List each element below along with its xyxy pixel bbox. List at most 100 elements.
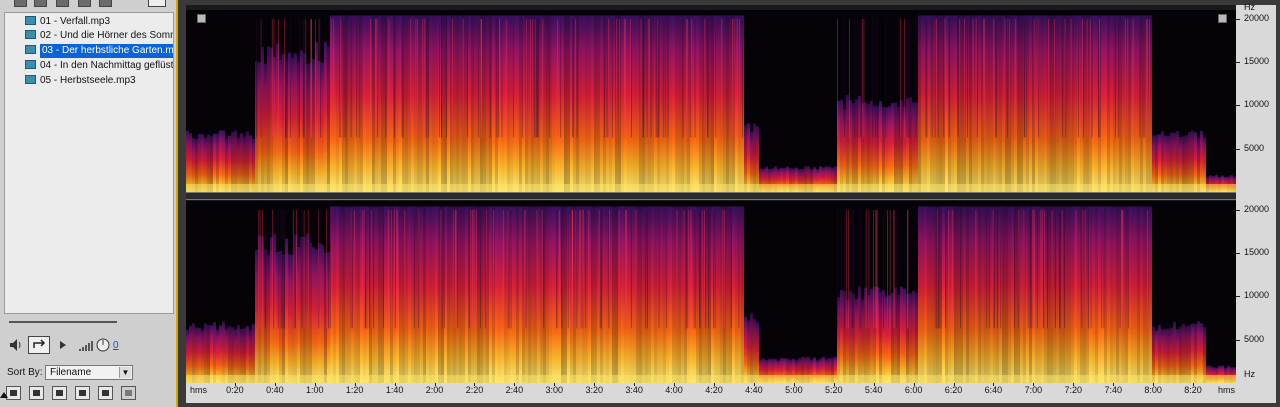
time-unit-right: hms [1218, 385, 1236, 395]
loop-preview-button[interactable] [29, 386, 44, 400]
sort-by-select[interactable]: Filename ▼ [45, 365, 133, 380]
auto-play-button[interactable] [6, 386, 21, 400]
time-label: 8:00 [1144, 385, 1162, 395]
time-label: 7:00 [1024, 385, 1043, 395]
audio-file-icon [25, 75, 36, 84]
freq-tick [1236, 339, 1240, 341]
time-label: 8:20 [1184, 385, 1202, 395]
freq-tick [1236, 148, 1240, 150]
time-label: 2:20 [465, 385, 484, 395]
freq-tick [1236, 62, 1240, 63]
refresh-icon[interactable] [99, 0, 112, 7]
spectral-display[interactable]: Hz Hz 20000 15000 10000 5000 20000 15000 10000… [186, 2, 1276, 403]
time-label: 4:20 [705, 385, 723, 395]
time-label: 7:40 [1104, 385, 1122, 395]
time-label: 0:40 [266, 385, 284, 395]
loop-button[interactable] [28, 336, 50, 354]
view-options-icon[interactable] [148, 0, 166, 7]
speaker-icon[interactable] [8, 336, 22, 354]
file-name: 03 - Der herbstliche Garten.mp3 [40, 44, 173, 58]
time-label: 3:00 [545, 385, 564, 395]
spectrogram-channel-right[interactable] [186, 201, 1236, 383]
freq-label: 20000 [1244, 203, 1270, 214]
freq-unit-top: Hz [1244, 2, 1255, 12]
time-label: 2:00 [425, 385, 444, 395]
volume-meter-icon [79, 341, 93, 351]
spectrogram-left [186, 15, 1236, 192]
freq-tick [1236, 253, 1240, 254]
scrollbar-thumb[interactable] [9, 321, 117, 323]
freq-label: 15000 [1244, 247, 1270, 257]
audio-file-icon [25, 30, 36, 39]
file-name: 05 - Herbstseele.mp3 [40, 75, 136, 86]
filter-icon [102, 390, 109, 396]
volume-value[interactable]: 0 [113, 340, 119, 351]
playhead-marker[interactable] [0, 392, 8, 398]
sort-by-row: Sort By: Filename ▼ [0, 362, 176, 382]
freq-label: 20000 [1244, 12, 1270, 23]
channel-divider [186, 192, 1236, 200]
sort-by-value: Filename [50, 367, 92, 378]
time-label: 5:20 [824, 385, 843, 395]
file-item[interactable]: 05 - Herbstseele.mp3 [7, 74, 173, 88]
time-label: 4:00 [665, 385, 683, 395]
time-label: 1:20 [345, 385, 364, 395]
files-toolbar [0, 0, 176, 10]
volume-knob[interactable] [95, 336, 111, 354]
file-item[interactable]: 02 - Und die Hörner des Sommers [7, 29, 173, 43]
freq-tick [1236, 209, 1240, 211]
edit-icon[interactable] [78, 0, 91, 7]
time-label: 7:20 [1064, 385, 1083, 395]
auto-play-icon [10, 390, 17, 396]
chevron-down-icon: ▼ [119, 367, 131, 378]
time-label: 6:00 [904, 385, 923, 395]
file-name: 01 - Verfall.mp3 [40, 16, 111, 27]
show-waveform-button[interactable] [52, 386, 67, 400]
time-label: 5:00 [785, 385, 803, 395]
video-button[interactable] [75, 386, 90, 400]
file-item[interactable]: 01 - Verfall.mp3 [7, 15, 173, 29]
spectrogram-channel-left[interactable] [186, 10, 1236, 192]
files-bottom-toolbar [0, 385, 176, 403]
file-item[interactable]: 04 - In den Nachmittag geflüstert [7, 59, 173, 73]
insert-icon[interactable] [56, 0, 69, 7]
time-unit-left: hms [190, 385, 208, 395]
freq-label: 15000 [1244, 56, 1270, 66]
audio-file-icon [25, 16, 36, 25]
freq-tick [1236, 18, 1240, 20]
filter-button[interactable] [98, 386, 113, 400]
cd-button[interactable] [121, 386, 136, 400]
freq-tick [1236, 105, 1240, 107]
file-list-scrollbar[interactable] [3, 318, 173, 328]
close-file-icon[interactable] [34, 0, 47, 7]
preview-transport: 0 [0, 332, 176, 360]
audio-file-icon [25, 60, 36, 69]
file-item-selected[interactable]: 03 - Der herbstliche Garten.mp3 [7, 44, 173, 58]
play-icon[interactable] [58, 336, 68, 354]
time-ruler: hms hms 0:20 0:40 1:00 1:20 1:40 2:00 2:20 2:40… [186, 383, 1276, 403]
time-label: 6:20 [944, 385, 963, 395]
freq-label: 10000 [1244, 290, 1270, 301]
spectrogram-right [186, 206, 1236, 383]
zoom-corner-handle[interactable] [1218, 14, 1227, 23]
loop-preview-icon [33, 390, 40, 396]
open-file-icon[interactable] [14, 0, 27, 7]
cd-icon [125, 390, 132, 396]
waveform-icon [56, 390, 63, 396]
file-list[interactable]: 01 - Verfall.mp3 02 - Und die Hörner des… [4, 12, 174, 314]
sort-by-label: Sort By: [7, 367, 43, 378]
file-name: 02 - Und die Hörner des Sommers [40, 30, 173, 41]
freq-label: 5000 [1244, 142, 1265, 153]
time-label: 1:00 [306, 385, 324, 395]
time-label: 1:40 [385, 385, 404, 395]
freq-label: 5000 [1244, 333, 1265, 344]
loop-icon [33, 339, 46, 348]
file-name: 04 - In den Nachmittag geflüstert [40, 60, 173, 71]
freq-tick [1236, 296, 1240, 298]
time-label: 3:20 [585, 385, 603, 395]
time-label: 6:40 [984, 385, 1003, 395]
files-panel: 01 - Verfall.mp3 02 - Und die Hörner des… [0, 0, 178, 407]
zoom-corner-handle[interactable] [197, 14, 206, 23]
freq-label: 10000 [1244, 99, 1270, 110]
time-label: 4:40 [745, 385, 763, 395]
